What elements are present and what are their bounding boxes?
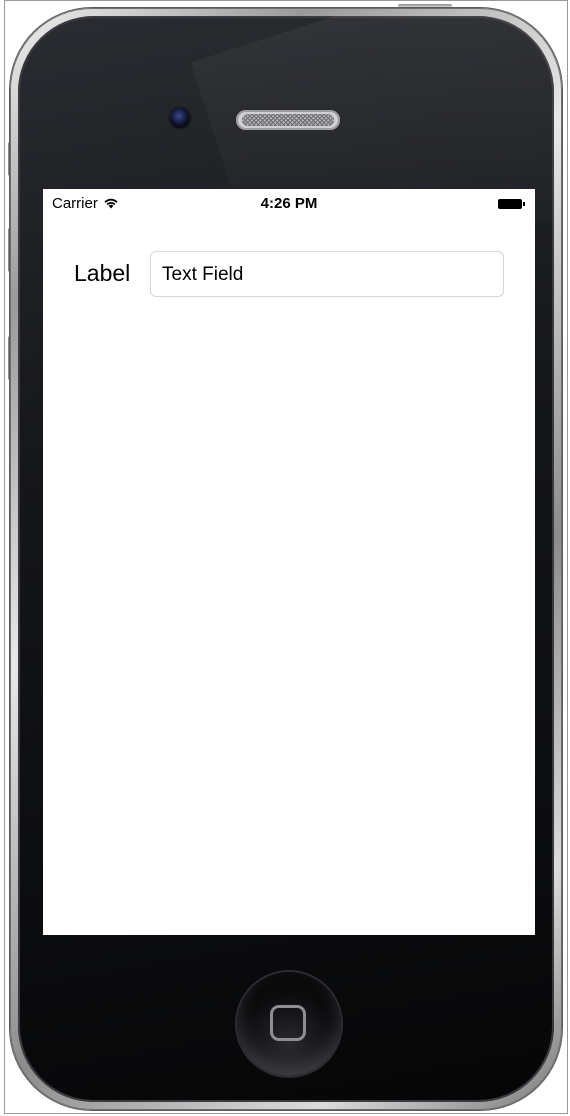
text-field-input[interactable]: Text Field — [150, 251, 504, 297]
phone-bezel: Carrier 4:26 PM Label Text Field — [18, 16, 554, 1102]
camera-icon — [170, 108, 190, 128]
home-button[interactable] — [237, 972, 341, 1076]
speaker-icon — [236, 110, 340, 130]
app-screen: Carrier 4:26 PM Label Text Field — [43, 189, 535, 935]
form-row: Label Text Field — [43, 251, 535, 297]
battery-full-icon — [498, 199, 526, 209]
field-label: Label — [74, 260, 131, 286]
home-square-icon — [270, 1005, 306, 1041]
status-time: 4:26 PM — [260, 195, 318, 212]
status-bar: Carrier 4:26 PM — [43, 189, 535, 219]
iphone-device: Carrier 4:26 PM Label Text Field — [10, 8, 562, 1110]
